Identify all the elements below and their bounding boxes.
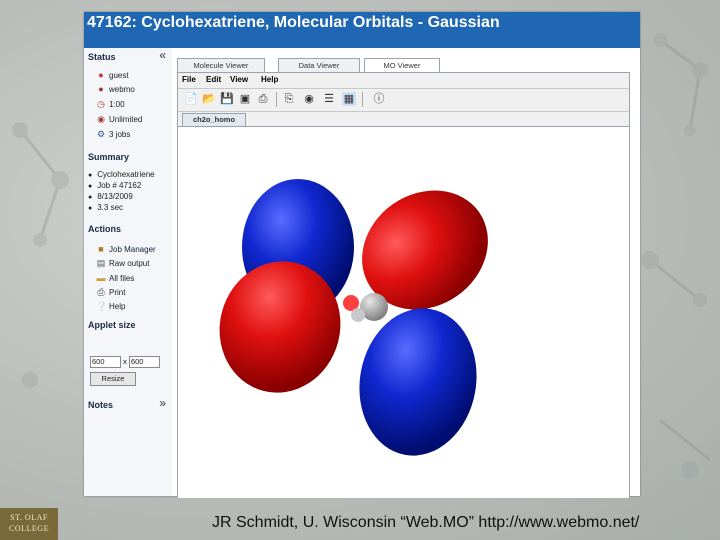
tab-data-viewer[interactable]: Data Viewer: [278, 58, 360, 72]
action-job-manager[interactable]: ■ Job Manager: [96, 244, 155, 254]
help-icon: ❔: [96, 301, 108, 311]
applet-width-input[interactable]: 600: [90, 356, 121, 368]
select-list-icon[interactable]: ☰: [322, 92, 336, 106]
user-icon: ●: [98, 70, 104, 80]
status-user: ● guest: [96, 70, 128, 80]
save-icon[interactable]: 💾: [220, 92, 234, 106]
status-storage: ◉ Unlimited: [97, 114, 143, 124]
status-heading: Status: [88, 52, 116, 62]
printer-icon: ⎙: [97, 287, 105, 297]
applet-size-row: 600 x 600: [90, 356, 160, 368]
toolbar-separator: [362, 92, 363, 107]
summary-item: Cyclohexatriene: [88, 170, 154, 179]
job-manager-icon: ■: [98, 244, 104, 254]
menu-bar: File Edit View Help: [178, 73, 629, 87]
college-logo: ST. OLAF COLLEGE: [0, 508, 58, 540]
menu-help[interactable]: Help: [261, 75, 278, 84]
document-icon: ▤: [96, 258, 106, 268]
mo-viewer-applet: Molecule Viewer Data Viewer MO Viewer Fi…: [172, 48, 640, 498]
new-icon[interactable]: 📄: [184, 92, 198, 106]
summary-item: 8/13/2009: [88, 192, 133, 201]
group-icon: ●: [98, 84, 104, 94]
notes-heading: Notes: [88, 400, 114, 410]
table-icon[interactable]: ▦: [342, 92, 356, 106]
toolbar: 📄 📂 💾 ▣ ⎙ ⎘ ◉ ☰ ▦ ⓘ: [178, 88, 629, 112]
status-jobs: ⚙ 3 jobs: [96, 129, 131, 139]
print-icon[interactable]: ⎙: [256, 92, 270, 106]
webmo-browser-window: 47162: Cyclohexatriene, Molecular Orbita…: [84, 12, 640, 498]
slide-caption: JR Schmidt, U. Wisconsin “Web.MO” http:/…: [212, 514, 640, 531]
action-raw-output[interactable]: ▤ Raw output: [96, 258, 150, 268]
menu-file[interactable]: File: [182, 75, 196, 84]
actions-heading: Actions: [88, 224, 122, 234]
summary-heading: Summary: [88, 152, 130, 162]
gear-icon: ⚙: [96, 129, 106, 139]
applet-size-heading: Applet size: [88, 320, 136, 330]
orbital-lobe-negative-front: [359, 308, 477, 456]
collapse-sidebar-icon[interactable]: «: [159, 48, 166, 62]
orbital-canvas[interactable]: [178, 126, 629, 498]
molecule-atoms: [343, 293, 388, 322]
sidebar: Status « ● guest ● webmo ◷ 1:00 ◉ Unlimi…: [84, 48, 173, 496]
action-all-files[interactable]: ▬ All files: [96, 273, 135, 283]
summary-item: 3.3 sec: [88, 203, 123, 212]
tab-mo-viewer[interactable]: MO Viewer: [364, 58, 440, 72]
expand-notes-icon[interactable]: »: [159, 396, 166, 410]
applet-size-separator: x: [123, 357, 127, 366]
applet-height-input[interactable]: 600: [128, 356, 160, 368]
action-help[interactable]: ❔ Help: [96, 301, 125, 311]
summary-item: Job # 47162: [88, 181, 141, 190]
viewer-panel: File Edit View Help 📄 📂 💾 ▣ ⎙ ⎘ ◉ ☰ ▦ ⓘ …: [177, 72, 630, 498]
tab-molecule-viewer[interactable]: Molecule Viewer: [177, 58, 265, 72]
status-group: ● webmo: [96, 84, 135, 94]
menu-view[interactable]: View: [230, 75, 248, 84]
status-time: ◷ 1:00: [97, 99, 125, 109]
folder-icon: ▬: [96, 273, 106, 283]
menu-edit[interactable]: Edit: [206, 75, 221, 84]
toolbar-separator: [276, 92, 277, 107]
action-print[interactable]: ⎙ Print: [96, 287, 125, 297]
disk-icon: ◉: [97, 114, 105, 124]
resize-button[interactable]: Resize: [90, 372, 136, 386]
copy-icon[interactable]: ⎘: [282, 92, 296, 106]
open-icon[interactable]: 📂: [202, 92, 216, 106]
clock-icon: ◷: [97, 99, 105, 109]
homo-orbital-render: [219, 179, 488, 456]
export-icon[interactable]: ▣: [238, 92, 252, 106]
info-icon[interactable]: ⓘ: [372, 92, 386, 106]
binoculars-icon[interactable]: ◉: [302, 92, 316, 106]
page-title: 47162: Cyclohexatriene, Molecular Orbita…: [84, 12, 640, 48]
document-tab[interactable]: ch2o_homo: [182, 113, 246, 126]
